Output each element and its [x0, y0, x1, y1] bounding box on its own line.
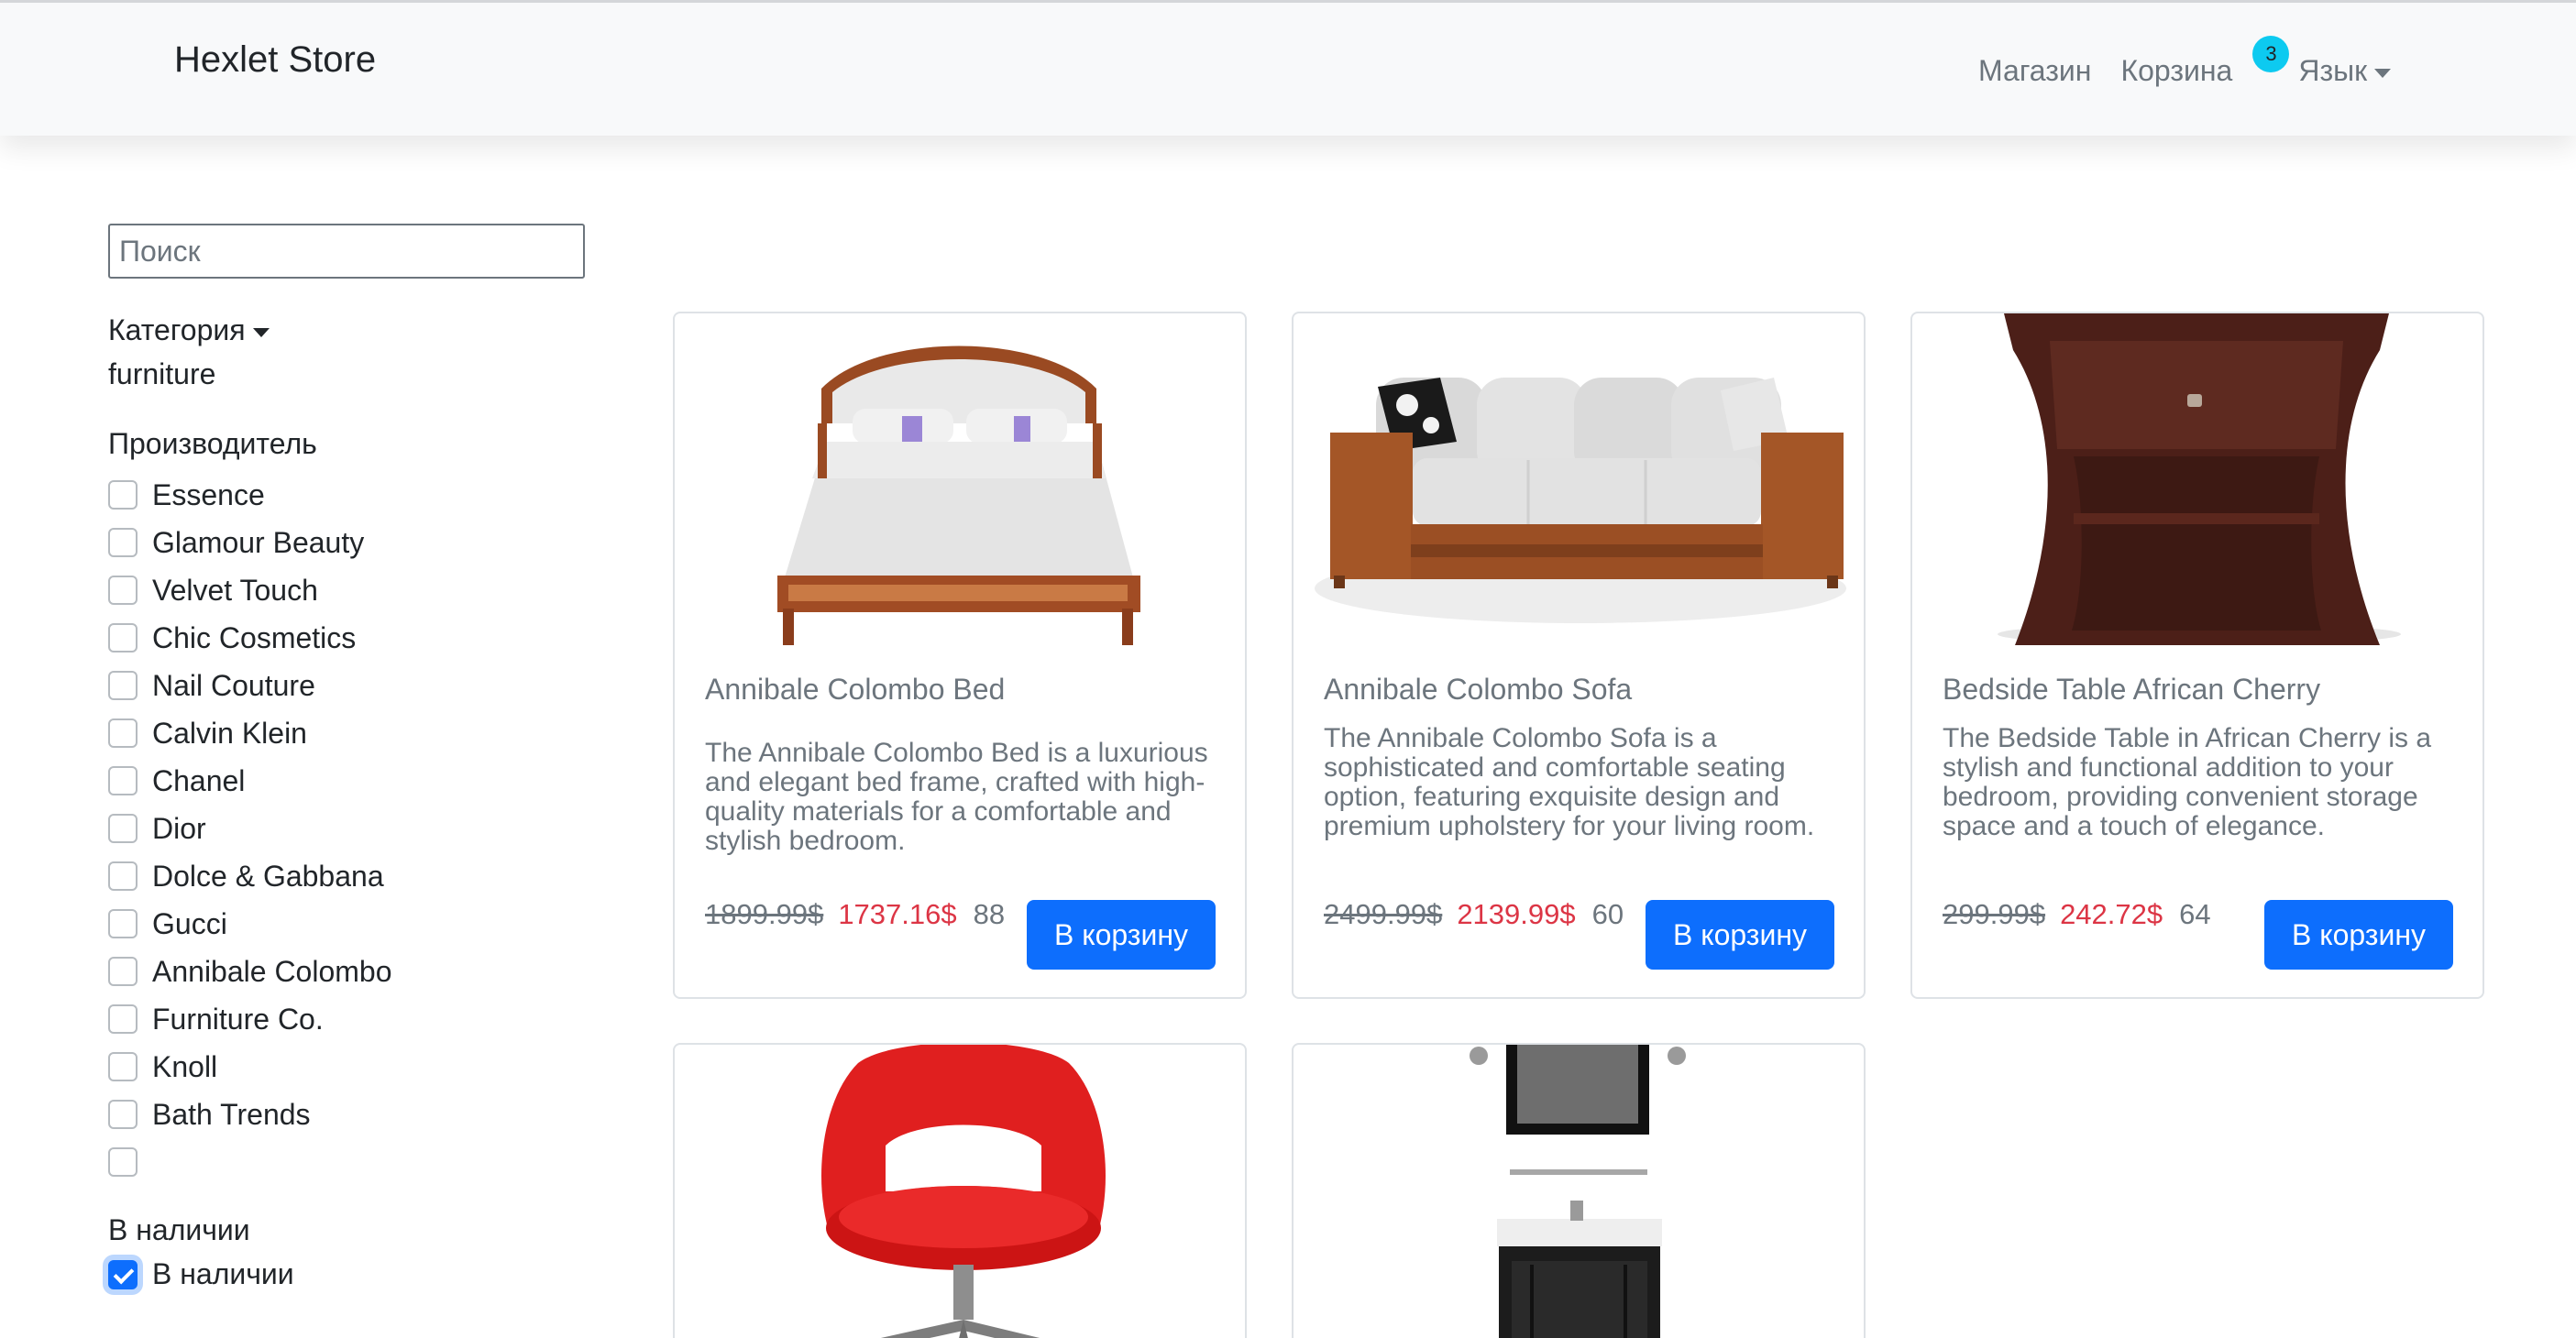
manufacturer-checkbox[interactable]: [108, 957, 138, 986]
manufacturer-label: Chanel: [152, 763, 246, 797]
manufacturer-label: Nail Couture: [152, 668, 315, 702]
manufacturer-label: Annibale Colombo: [152, 954, 392, 988]
bedside-table-image[interactable]: [1912, 313, 2482, 645]
language-dropdown[interactable]: Язык: [2298, 54, 2392, 88]
red-chair-image[interactable]: [675, 1045, 1245, 1338]
product-card: Bedside Table African Cherry The Bedside…: [1910, 312, 2484, 999]
manufacturer-label: Glamour Beauty: [152, 525, 365, 559]
manufacturer-checkbox[interactable]: [108, 814, 138, 843]
add-to-cart-button[interactable]: В корзину: [1646, 900, 1834, 970]
product-title[interactable]: Annibale Colombo Sofa: [1324, 673, 1632, 707]
manufacturer-option[interactable]: Essence: [108, 471, 392, 519]
in-stock-checkbox[interactable]: [108, 1259, 138, 1289]
manufacturer-option[interactable]: Chanel: [108, 757, 392, 805]
manufacturer-label: Chic Cosmetics: [152, 620, 357, 654]
brand-logo[interactable]: Hexlet Store: [174, 39, 376, 81]
product-card: [1292, 1043, 1866, 1338]
add-to-cart-button[interactable]: В корзину: [2264, 900, 2453, 970]
product-description: The Annibale Colombo Bed is a luxurious …: [705, 738, 1208, 856]
search-input[interactable]: [108, 224, 585, 279]
manufacturer-label: Knoll: [152, 1049, 218, 1083]
add-to-cart-button[interactable]: В корзину: [1027, 900, 1216, 970]
manufacturer-label: Furniture Co.: [152, 1002, 324, 1036]
in-stock-option[interactable]: В наличии: [108, 1257, 294, 1291]
stock-quantity: 60: [1591, 898, 1624, 930]
manufacturer-option[interactable]: Calvin Klein: [108, 709, 392, 757]
manufacturer-option[interactable]: Velvet Touch: [108, 566, 392, 614]
manufacturer-checkbox[interactable]: [108, 576, 138, 605]
manufacturer-label: Velvet Touch: [152, 573, 318, 607]
manufacturer-checkbox[interactable]: [108, 766, 138, 795]
category-dropdown[interactable]: Категория: [108, 313, 270, 347]
stock-quantity: 64: [2179, 898, 2211, 930]
sale-price: 1737.16$: [838, 898, 957, 930]
price-row: 299.99$ 242.72$ 64: [1943, 898, 2211, 931]
manufacturer-checkbox[interactable]: [108, 480, 138, 510]
nav-links: Магазин Корзина 3 Язык: [1978, 36, 2420, 88]
manufacturer-title: Производитель: [108, 427, 317, 460]
old-price: 2499.99$: [1324, 898, 1443, 930]
category-value: furniture: [108, 357, 216, 390]
manufacturer-checkbox[interactable]: [108, 1004, 138, 1034]
manufacturer-checkbox[interactable]: [108, 1100, 138, 1129]
sofa-image[interactable]: [1294, 313, 1864, 645]
in-stock-label: В наличии: [152, 1257, 294, 1290]
product-description: The Annibale Colombo Sofa is a sophistic…: [1324, 723, 1815, 841]
manufacturer-label: Essence: [152, 477, 265, 511]
manufacturer-checkbox[interactable]: [108, 1147, 138, 1177]
manufacturer-option[interactable]: Dolce & Gabbana: [108, 852, 392, 900]
product-card: [673, 1043, 1247, 1338]
language-label: Язык: [2298, 54, 2368, 87]
price-row: 2499.99$ 2139.99$ 60: [1324, 898, 1624, 931]
manufacturer-checkbox[interactable]: [108, 623, 138, 653]
stock-quantity: 88: [973, 898, 1006, 930]
manufacturer-option[interactable]: Glamour Beauty: [108, 519, 392, 566]
price-row: 1899.99$ 1737.16$ 88: [705, 898, 1005, 931]
manufacturer-label: Calvin Klein: [152, 716, 307, 750]
manufacturer-label: Gucci: [152, 906, 227, 940]
manufacturer-checkbox[interactable]: [108, 718, 138, 748]
old-price: 1899.99$: [705, 898, 824, 930]
chevron-down-icon: [2374, 68, 2392, 78]
manufacturer-option[interactable]: Chic Cosmetics: [108, 614, 392, 662]
manufacturer-label: Bath Trends: [152, 1097, 311, 1131]
manufacturer-option[interactable]: Bath Trends: [108, 1091, 392, 1138]
chevron-down-icon: [252, 327, 270, 337]
manufacturer-checkbox[interactable]: [108, 909, 138, 938]
manufacturer-option[interactable]: Dior: [108, 805, 392, 852]
sale-price: 2139.99$: [1457, 898, 1576, 930]
manufacturer-checkbox[interactable]: [108, 1052, 138, 1081]
cart-count-badge: 3: [2252, 36, 2290, 72]
manufacturer-label: Dior: [152, 811, 206, 845]
manufacturer-option[interactable]: [108, 1138, 392, 1186]
product-title[interactable]: Bedside Table African Cherry: [1943, 673, 2320, 707]
nav-cart-label: Корзина: [2120, 54, 2233, 87]
manufacturer-label: Dolce & Gabbana: [152, 859, 384, 893]
manufacturer-option[interactable]: Annibale Colombo: [108, 948, 392, 995]
nav-cart-link[interactable]: Корзина 3: [2120, 36, 2290, 88]
old-price: 299.99$: [1943, 898, 2046, 930]
nav-shop-link[interactable]: Магазин: [1978, 54, 2091, 88]
manufacturer-list: Essence Glamour Beauty Velvet Touch Chic Co…: [108, 471, 392, 1186]
bed-image[interactable]: [675, 313, 1245, 645]
manufacturer-checkbox[interactable]: [108, 528, 138, 557]
product-card: Annibale Colombo Sofa The Annibale Colom…: [1292, 312, 1866, 999]
manufacturer-checkbox[interactable]: [108, 861, 138, 891]
product-description: The Bedside Table in African Cherry is a…: [1943, 723, 2432, 841]
category-label: Категория: [108, 313, 246, 346]
manufacturer-option[interactable]: Nail Couture: [108, 662, 392, 709]
manufacturer-checkbox[interactable]: [108, 671, 138, 700]
stock-title: В наличии: [108, 1213, 250, 1246]
product-card: Annibale Colombo Bed The Annibale Colomb…: [673, 312, 1247, 999]
sale-price: 242.72$: [2060, 898, 2163, 930]
top-navbar: Hexlet Store Магазин Корзина 3 Язык: [0, 0, 2576, 136]
manufacturer-option[interactable]: Knoll: [108, 1043, 392, 1091]
manufacturer-option[interactable]: Gucci: [108, 900, 392, 948]
manufacturer-option[interactable]: Furniture Co.: [108, 995, 392, 1043]
product-title[interactable]: Annibale Colombo Bed: [705, 673, 1005, 707]
bathroom-vanity-image[interactable]: [1294, 1045, 1864, 1338]
